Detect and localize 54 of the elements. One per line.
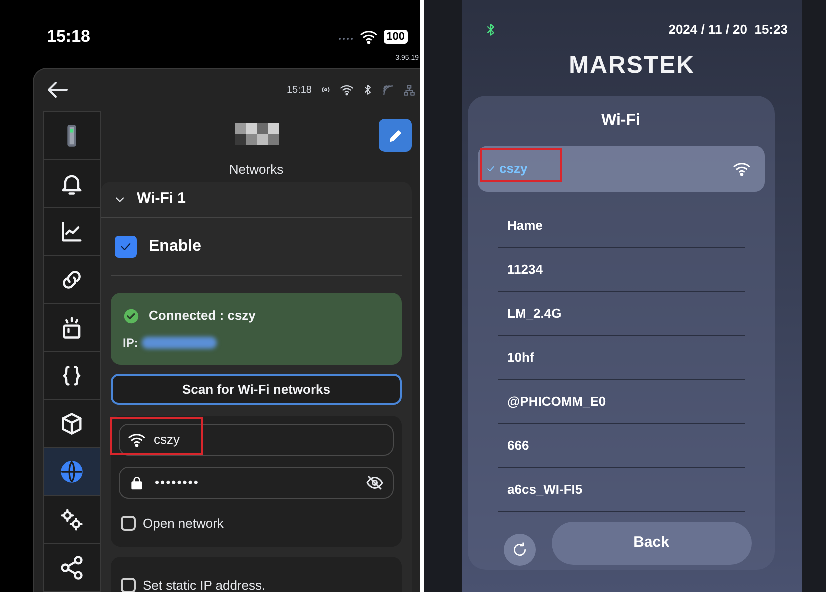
network-row[interactable]: 10hf (498, 336, 744, 380)
network-name: 11234 (508, 260, 543, 279)
signal-icon (382, 84, 395, 96)
share-icon (59, 554, 85, 580)
wifi-icon (340, 83, 354, 97)
network-name: Hame (508, 216, 543, 235)
brand-logo: MARSTEK (569, 52, 695, 80)
wifi-icon (128, 431, 146, 449)
card-title: Wi-Fi (600, 111, 642, 131)
network-icon (403, 84, 416, 96)
check-icon (486, 164, 496, 174)
scan-button[interactable]: Scan for Wi-Fi networks (111, 374, 402, 405)
header-time: 15:18 (286, 84, 312, 98)
network-row[interactable]: 11234 (498, 248, 744, 292)
ip-label: IP: (123, 334, 138, 352)
gears-icon (59, 506, 85, 532)
date-time: 2024 / 11 / 20 15:23 (668, 21, 788, 40)
edit-button[interactable] (379, 119, 412, 152)
check-circle-icon (123, 308, 140, 324)
checkbox-label: Set static IP address. (143, 578, 266, 592)
password-field[interactable]: •••••••• (119, 467, 394, 499)
refresh-icon (512, 542, 528, 558)
wifi-icon (360, 28, 378, 46)
lock-icon (129, 475, 145, 491)
checkbox[interactable] (121, 578, 136, 592)
section-title: Wi-Fi 1 (137, 189, 186, 210)
network-name: LM_2.4G (508, 304, 562, 323)
network-row[interactable]: LM_2.4G (498, 292, 744, 336)
checkbox-label: Enable (149, 236, 202, 256)
refresh-button[interactable] (504, 534, 536, 566)
network-name: 666 (508, 436, 530, 455)
network-name: a6cs_WI-FI5 (508, 480, 583, 499)
checkbox[interactable] (121, 516, 136, 532)
network-row[interactable]: @PHICOMM_E0 (498, 380, 744, 424)
checkbox-label: Open network (143, 515, 224, 533)
network-row[interactable]: a6cs_WI-FI5 (498, 468, 744, 512)
bluetooth-icon (362, 84, 374, 96)
network-row[interactable]: 666 (498, 424, 744, 468)
globe-icon (59, 458, 85, 484)
page-title: Networks (229, 161, 284, 179)
network-row[interactable]: Hame (498, 204, 744, 248)
wifi-icon (732, 160, 750, 178)
battery-indicator: 100 (384, 30, 408, 44)
status-time: 15:18 (47, 26, 90, 48)
network-name: @PHICOMM_E0 (508, 392, 606, 411)
back-button[interactable]: Back (552, 522, 752, 564)
pixelated-logo (234, 123, 278, 145)
pencil-icon (388, 128, 404, 144)
eye-slash-icon[interactable] (366, 474, 384, 492)
network-name: 10hf (508, 348, 534, 367)
network-name: cszy (500, 160, 528, 178)
checkbox[interactable] (115, 236, 137, 258)
ssid-field[interactable]: cszy (119, 424, 394, 456)
connection-status: Connected : cszy (149, 307, 256, 326)
